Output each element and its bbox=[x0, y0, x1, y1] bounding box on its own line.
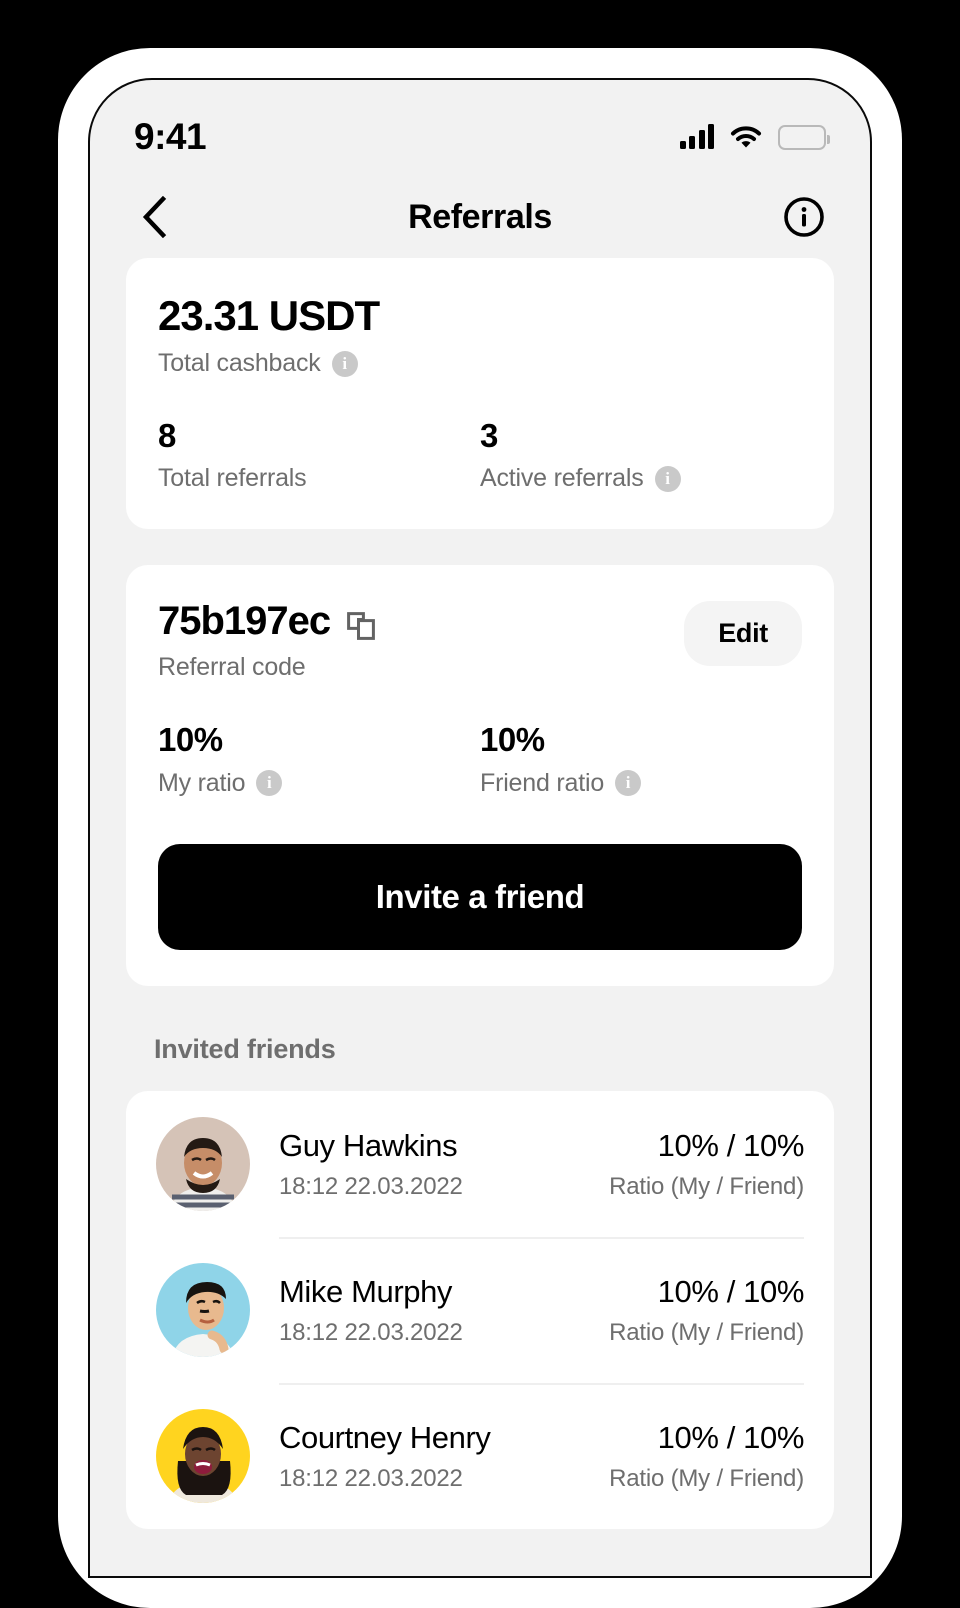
phone-frame: 9:41 Referrals 23.31 USDT Total cashback… bbox=[58, 48, 902, 1608]
referral-code-label-row: Referral code bbox=[158, 653, 684, 682]
active-referrals-value: 3 bbox=[480, 417, 498, 455]
total-referrals-label: Total referrals bbox=[158, 464, 307, 493]
friend-date: 18:12 22.03.2022 bbox=[279, 1464, 463, 1492]
total-cashback-amount: 23.31 USDT bbox=[158, 292, 380, 339]
friend-ratio-caption: Ratio (My / Friend) bbox=[609, 1318, 804, 1346]
avatar bbox=[156, 1408, 250, 1503]
friend-ratio-block: 10% / 10% Ratio (My / Friend) bbox=[609, 1419, 804, 1493]
referral-code-value: 75b197ec bbox=[158, 599, 331, 644]
battery-full-icon bbox=[778, 124, 830, 150]
my-ratio-label-row: My ratio i bbox=[158, 769, 480, 798]
back-button[interactable] bbox=[134, 196, 174, 238]
referral-code-card: 75b197ec Referral code Edit 10% My ratio… bbox=[126, 565, 834, 986]
invite-a-friend-button[interactable]: Invite a friend bbox=[158, 843, 802, 950]
total-referrals-label-row: Total referrals bbox=[158, 464, 480, 493]
info-circle-icon bbox=[784, 197, 824, 237]
my-ratio-stat: 10% My ratio i bbox=[158, 722, 480, 797]
list-item[interactable]: Courtney Henry 18:12 22.03.2022 10% / 10… bbox=[156, 1382, 804, 1529]
friend-name: Mike Murphy bbox=[279, 1273, 453, 1309]
info-icon[interactable]: i bbox=[615, 770, 642, 797]
total-referrals-value: 8 bbox=[158, 417, 176, 455]
chevron-left-icon bbox=[142, 196, 167, 238]
my-ratio-label: My ratio bbox=[158, 768, 246, 797]
friend-ratio-stat: 10% Friend ratio i bbox=[480, 722, 802, 797]
ratio-stats-row: 10% My ratio i 10% Friend ratio i bbox=[158, 722, 802, 797]
friend-ratio-value: 10% / 10% bbox=[657, 1127, 805, 1163]
referral-code-title: 75b197ec bbox=[158, 599, 684, 643]
friend-date: 18:12 22.03.2022 bbox=[279, 1318, 463, 1346]
scroll-content: 23.31 USDT Total cashback i 8 Total refe… bbox=[90, 258, 870, 1529]
list-item[interactable]: Mike Murphy 18:12 22.03.2022 10% / 10% R… bbox=[156, 1236, 804, 1383]
signal-bars-icon bbox=[679, 124, 714, 149]
referral-code-block: 75b197ec Referral code bbox=[158, 599, 684, 682]
friend-ratio-block: 10% / 10% Ratio (My / Friend) bbox=[609, 1273, 804, 1347]
friend-ratio-value: 10% / 10% bbox=[657, 1419, 805, 1455]
total-cashback-label: Total cashback bbox=[158, 349, 321, 378]
active-referrals-stat: 3 Active referrals i bbox=[480, 417, 802, 493]
cashback-card: 23.31 USDT Total cashback i 8 Total refe… bbox=[126, 258, 834, 530]
edit-button[interactable]: Edit bbox=[684, 601, 802, 667]
friend-ratio-label-row: Friend ratio i bbox=[480, 769, 802, 798]
info-icon[interactable]: i bbox=[654, 465, 681, 492]
friend-ratio-block: 10% / 10% Ratio (My / Friend) bbox=[609, 1127, 804, 1201]
active-referrals-label-row: Active referrals i bbox=[480, 464, 802, 493]
avatar bbox=[156, 1262, 250, 1357]
invited-friends-list: Guy Hawkins 18:12 22.03.2022 10% / 10% R… bbox=[126, 1090, 834, 1529]
friend-ratio-value: 10% bbox=[480, 721, 545, 759]
page-title: Referrals bbox=[408, 197, 552, 236]
friend-info: Guy Hawkins 18:12 22.03.2022 bbox=[279, 1127, 609, 1201]
list-item[interactable]: Guy Hawkins 18:12 22.03.2022 10% / 10% R… bbox=[156, 1091, 804, 1237]
referral-stats-row: 8 Total referrals 3 Active referrals i bbox=[158, 417, 802, 493]
info-button[interactable] bbox=[782, 195, 826, 239]
friend-ratio-label: Friend ratio bbox=[480, 768, 605, 797]
friend-ratio-caption: Ratio (My / Friend) bbox=[609, 1172, 804, 1200]
avatar bbox=[156, 1116, 250, 1211]
nav-bar: Referrals bbox=[90, 176, 870, 258]
wifi-icon bbox=[730, 125, 762, 149]
friend-info: Mike Murphy 18:12 22.03.2022 bbox=[279, 1273, 609, 1347]
friend-ratio-value: 10% / 10% bbox=[657, 1273, 805, 1309]
active-referrals-label: Active referrals bbox=[480, 464, 644, 493]
friend-name: Guy Hawkins bbox=[279, 1127, 458, 1163]
friend-date: 18:12 22.03.2022 bbox=[279, 1172, 463, 1200]
referral-code-row: 75b197ec Referral code Edit bbox=[158, 599, 802, 682]
friend-name: Courtney Henry bbox=[279, 1419, 491, 1455]
phone-screen: 9:41 Referrals 23.31 USDT Total cashback… bbox=[88, 78, 872, 1578]
status-bar-time: 9:41 bbox=[134, 116, 207, 157]
status-bar-icons bbox=[679, 124, 830, 150]
friend-ratio-caption: Ratio (My / Friend) bbox=[609, 1464, 804, 1492]
total-referrals-stat: 8 Total referrals bbox=[158, 417, 480, 493]
info-icon[interactable]: i bbox=[256, 770, 283, 797]
referral-code-label: Referral code bbox=[158, 653, 306, 682]
status-bar: 9:41 bbox=[90, 80, 870, 176]
copy-icon[interactable] bbox=[346, 606, 376, 641]
info-icon[interactable]: i bbox=[331, 350, 358, 377]
my-ratio-value: 10% bbox=[158, 721, 223, 759]
total-cashback-label-row: Total cashback i bbox=[158, 349, 802, 378]
friend-info: Courtney Henry 18:12 22.03.2022 bbox=[279, 1419, 609, 1493]
invited-friends-title: Invited friends bbox=[154, 1033, 336, 1064]
